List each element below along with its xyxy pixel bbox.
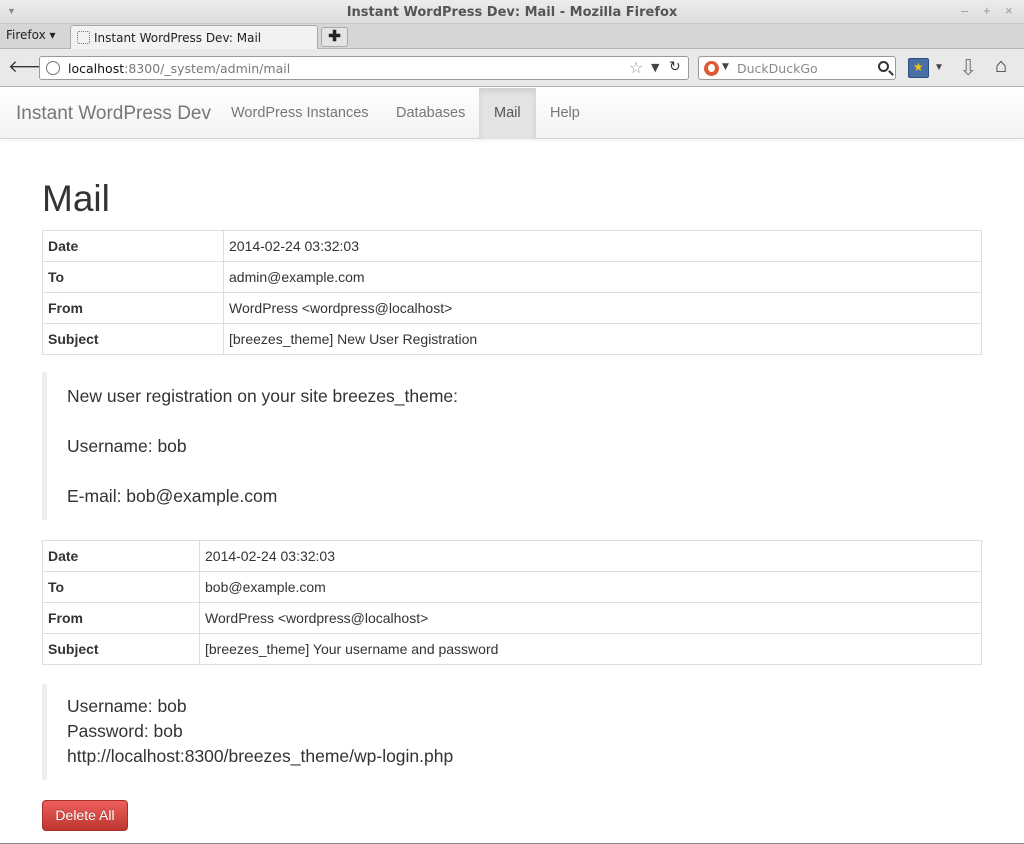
search-bar[interactable]: ▼ DuckDuckGo bbox=[698, 56, 896, 80]
table-row: Date 2014-02-24 03:32:03 bbox=[42, 540, 982, 572]
mail-body-line: Password: bob bbox=[67, 721, 183, 741]
field-key: Date bbox=[42, 540, 200, 572]
url-bar[interactable]: localhost:8300/_system/admin/mail ☆ ▼ ↻ bbox=[39, 56, 689, 80]
duckduckgo-icon[interactable] bbox=[704, 61, 719, 76]
mail-body-line: Username: bob bbox=[67, 436, 187, 456]
table-row: From WordPress <wordpress@localhost> bbox=[42, 602, 982, 634]
minimize-icon[interactable]: – bbox=[961, 3, 968, 18]
mail-body-line: E-mail: bob@example.com bbox=[67, 486, 278, 506]
nav-item-help[interactable]: Help bbox=[535, 88, 595, 139]
navigation-toolbar: 🡐 localhost:8300/_system/admin/mail ☆ ▼ … bbox=[0, 49, 1024, 87]
table-row: Subject [breezes_theme] New User Registr… bbox=[42, 323, 982, 355]
download-icon[interactable]: ⇩ bbox=[959, 55, 977, 81]
search-engine-dropdown-icon[interactable]: ▼ bbox=[722, 62, 729, 72]
field-key: From bbox=[42, 292, 224, 324]
search-icon[interactable] bbox=[878, 61, 889, 72]
globe-icon bbox=[46, 61, 60, 75]
field-value: [breezes_theme] Your username and passwo… bbox=[199, 633, 982, 665]
mail-meta-table: Date 2014-02-24 03:32:03 To admin@exampl… bbox=[42, 230, 982, 355]
mail-body-line bbox=[67, 459, 458, 484]
table-row: From WordPress <wordpress@localhost> bbox=[42, 292, 982, 324]
table-row: To bob@example.com bbox=[42, 571, 982, 603]
window-titlebar: ▼ Instant WordPress Dev: Mail - Mozilla … bbox=[0, 0, 1024, 24]
mail-body: New user registration on your site breez… bbox=[42, 372, 458, 520]
field-value: WordPress <wordpress@localhost> bbox=[223, 292, 982, 324]
field-value: admin@example.com bbox=[223, 261, 982, 293]
tab-bar: Firefox ▾ Instant WordPress Dev: Mail ✚ bbox=[0, 24, 1024, 49]
field-key: Subject bbox=[42, 323, 224, 355]
page-title: Mail bbox=[42, 178, 110, 219]
table-row: Date 2014-02-24 03:32:03 bbox=[42, 230, 982, 262]
field-key: Subject bbox=[42, 633, 200, 665]
site-navbar: Instant WordPress Dev WordPress Instance… bbox=[0, 88, 1024, 139]
field-key: To bbox=[42, 261, 224, 293]
tab-mail[interactable]: Instant WordPress Dev: Mail bbox=[70, 25, 318, 49]
bookmarks-icon[interactable] bbox=[908, 58, 929, 78]
mail-body-line: New user registration on your site breez… bbox=[67, 386, 459, 406]
mail-body-line: Username: bob bbox=[67, 696, 187, 716]
site-brand[interactable]: Instant WordPress Dev bbox=[16, 103, 211, 125]
new-tab-button[interactable]: ✚ bbox=[321, 27, 348, 47]
mail-body-line: http://localhost:8300/breezes_theme/wp-l… bbox=[67, 746, 454, 766]
close-icon[interactable]: × bbox=[1005, 3, 1013, 18]
nav-item-databases[interactable]: Databases bbox=[381, 88, 480, 139]
firefox-menu-button[interactable]: Firefox ▾ bbox=[6, 28, 56, 42]
field-value: 2014-02-24 03:32:03 bbox=[223, 230, 982, 262]
url-path: :8300/_system/admin/mail bbox=[124, 61, 291, 76]
field-key: Date bbox=[42, 230, 224, 262]
table-row: Subject [breezes_theme] Your username an… bbox=[42, 633, 982, 665]
window-title: Instant WordPress Dev: Mail - Mozilla Fi… bbox=[346, 5, 678, 20]
url-history-dropdown-icon[interactable]: ▼ bbox=[651, 61, 659, 74]
field-key: To bbox=[42, 571, 200, 603]
search-input[interactable]: DuckDuckGo bbox=[737, 61, 818, 76]
nav-item-wordpress-instances[interactable]: WordPress Instances bbox=[216, 88, 384, 139]
mail-body: Username: bob Password: bob http://local… bbox=[42, 684, 453, 780]
table-row: To admin@example.com bbox=[42, 261, 982, 293]
url-text[interactable]: localhost:8300/_system/admin/mail bbox=[68, 61, 290, 76]
page-favicon-icon bbox=[77, 31, 90, 44]
field-value: 2014-02-24 03:32:03 bbox=[199, 540, 982, 572]
page-content: Instant WordPress Dev WordPress Instance… bbox=[0, 88, 1024, 844]
field-value: [breezes_theme] New User Registration bbox=[223, 323, 982, 355]
delete-all-button[interactable]: Delete All bbox=[42, 800, 128, 831]
url-host: localhost bbox=[68, 61, 125, 76]
bookmarks-dropdown-icon[interactable]: ▼ bbox=[934, 62, 944, 73]
maximize-icon[interactable]: + bbox=[983, 3, 991, 18]
nav-item-mail[interactable]: Mail bbox=[479, 88, 536, 139]
mail-body-line bbox=[67, 409, 458, 434]
field-value: bob@example.com bbox=[199, 571, 982, 603]
field-key: From bbox=[42, 602, 200, 634]
field-value: WordPress <wordpress@localhost> bbox=[199, 602, 982, 634]
bookmark-star-icon[interactable]: ☆ bbox=[629, 58, 643, 77]
reload-icon[interactable]: ↻ bbox=[669, 59, 681, 75]
mail-meta-table: Date 2014-02-24 03:32:03 To bob@example.… bbox=[42, 540, 982, 665]
tab-title: Instant WordPress Dev: Mail bbox=[94, 31, 262, 45]
home-icon[interactable]: ⌂ bbox=[995, 55, 1007, 78]
